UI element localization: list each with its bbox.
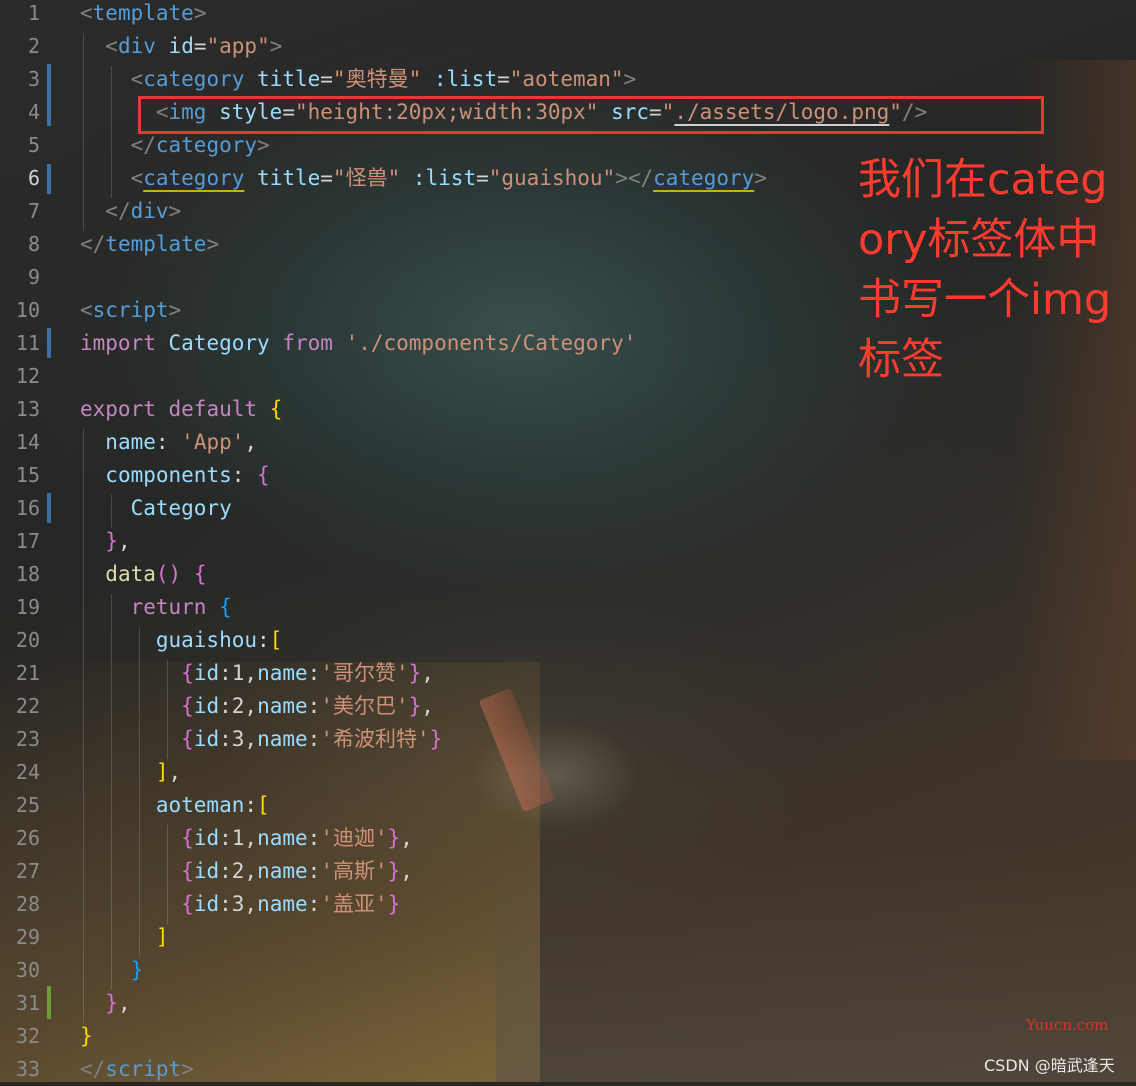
line-number: 1 [27, 1, 40, 25]
line-number: 8 [27, 232, 40, 256]
code-line: <script> [80, 298, 182, 322]
line-number: 19 [15, 595, 40, 619]
line-number-active: 6 [27, 166, 40, 190]
line-number: 9 [27, 265, 40, 289]
line-number: 20 [15, 628, 40, 652]
code-line: {id:3,name:'盖亚'} [181, 892, 401, 916]
code-line: {id:1,name:'迪迦'}, [181, 826, 413, 850]
code-line: {id:3,name:'希波利特'} [181, 727, 443, 751]
code-line: <div id="app"> [105, 34, 283, 58]
line-number: 4 [27, 100, 40, 124]
code-line: return { [130, 595, 232, 619]
added-line-marker [47, 986, 51, 1019]
code-line: <category title="怪兽" :list="guaishou"></… [130, 166, 767, 190]
line-number: 23 [15, 727, 40, 751]
modified-line-marker [47, 493, 51, 523]
code-line: import Category from './components/Categ… [80, 331, 637, 355]
line-number: 33 [15, 1057, 40, 1081]
code-line: {id:1,name:'哥尔赞'}, [181, 661, 434, 685]
line-number: 13 [15, 397, 40, 421]
code-line: }, [105, 991, 131, 1015]
line-number: 16 [15, 496, 40, 520]
line-number-gutter: 1 2 3 4 5 6 7 8 9 10 11 12 13 14 15 16 1… [0, 0, 58, 1082]
line-number: 15 [15, 463, 40, 487]
line-number: 24 [15, 760, 40, 784]
modified-line-marker [47, 64, 51, 126]
line-number: 32 [15, 1024, 40, 1048]
code-line: data() { [105, 562, 207, 586]
line-number: 12 [15, 364, 40, 388]
code-line: </script> [80, 1057, 194, 1081]
modified-line-marker [47, 328, 51, 358]
code-line: aoteman:[ [155, 793, 270, 817]
code-line: <template> [80, 1, 207, 25]
line-number: 3 [27, 67, 40, 91]
code-line: name: 'App', [105, 430, 258, 454]
line-number: 31 [15, 991, 40, 1015]
line-number: 10 [15, 298, 40, 322]
code-line: }, [105, 529, 131, 553]
line-number: 14 [15, 430, 40, 454]
code-line: guaishou:[ [155, 628, 283, 652]
code-line: ] [155, 925, 169, 949]
line-number: 27 [15, 859, 40, 883]
code-line: } [80, 1024, 93, 1048]
code-line: } [130, 958, 144, 982]
code-line: </div> [105, 199, 182, 223]
code-line: components: { [105, 463, 270, 487]
line-number: 21 [15, 661, 40, 685]
line-number: 28 [15, 892, 40, 916]
line-number: 7 [27, 199, 40, 223]
line-number: 18 [15, 562, 40, 586]
line-number: 26 [15, 826, 40, 850]
code-line: </template> [80, 232, 220, 256]
code-line: {id:2,name:'美尔巴'}, [181, 694, 434, 718]
code-line: <category title="奥特曼" :list="aoteman"> [130, 67, 637, 91]
line-number: 5 [27, 133, 40, 157]
line-number: 25 [15, 793, 40, 817]
line-number: 30 [15, 958, 40, 982]
line-number: 22 [15, 694, 40, 718]
line-number: 17 [15, 529, 40, 553]
code-line: ], [155, 760, 182, 784]
modified-line-marker [47, 164, 51, 194]
code-line: {id:2,name:'高斯'}, [181, 859, 413, 883]
line-number: 11 [15, 331, 40, 355]
code-line: export default { [80, 397, 283, 421]
code-line: Category [130, 496, 232, 520]
line-number: 2 [27, 34, 40, 58]
line-number: 29 [15, 925, 40, 949]
code-editor[interactable]: 1 2 3 4 5 6 7 8 9 10 11 12 13 14 15 16 1… [0, 0, 1136, 1082]
highlight-box [138, 96, 1044, 134]
